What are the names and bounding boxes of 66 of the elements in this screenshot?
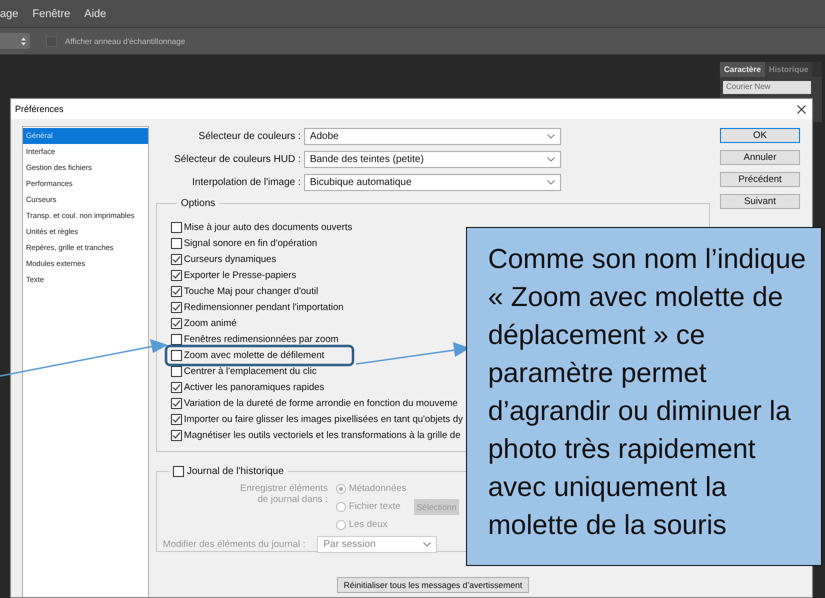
dialog-button[interactable]: OK <box>720 128 800 143</box>
checkbox[interactable] <box>170 302 182 312</box>
checkbox[interactable] <box>170 350 182 360</box>
checkbox[interactable] <box>170 366 182 376</box>
option-label: Zoom avec molette de défilement <box>184 350 324 360</box>
checkbox[interactable] <box>170 270 182 280</box>
dialog-button[interactable]: Précédent <box>720 172 800 187</box>
option-label: Redimensionner pendant l'importation <box>184 302 344 312</box>
checkbox[interactable] <box>170 222 182 232</box>
field-label: Sélecteur de couleurs HUD : <box>173 154 301 165</box>
option-label: Fenêtres redimensionnées par zoom <box>184 334 339 344</box>
field-label: Sélecteur de couleurs : <box>198 131 301 142</box>
option-label: Mise à jour auto des documents ouverts <box>184 222 352 232</box>
option-label: Importer ou faire glisser les images pixellisées en tant qu'objets dy <box>184 414 463 424</box>
checkbox[interactable] <box>170 286 182 296</box>
dropdown[interactable]: Bande des teintes (petite) <box>304 151 561 168</box>
dropdown[interactable]: Par session <box>317 536 438 553</box>
callout-note: Comme son nom l’indique « Zoom avec molette de déplacement » ce paramètre permet d’agrandir ou diminuer la photo très rapidement avec uniquement la molette de la souris <box>466 227 822 566</box>
menu-item[interactable]: age <box>0 8 18 20</box>
group-title: Journal de l'historique <box>186 466 284 477</box>
checkbox[interactable] <box>170 318 182 328</box>
radio-button[interactable] <box>336 502 346 512</box>
dropdown[interactable]: Bicubique automatique <box>304 174 561 191</box>
close-icon[interactable] <box>797 104 806 114</box>
reset-warnings-button[interactable]: Réinitialiser tous les messages d’avertissement <box>336 577 530 593</box>
checkbox[interactable] <box>170 430 182 440</box>
spinner-field[interactable] <box>0 33 30 49</box>
up-down-arrows-icon <box>21 36 26 46</box>
group-title: Options <box>180 198 216 209</box>
checkbox[interactable] <box>170 238 182 248</box>
radio-button[interactable] <box>336 520 346 530</box>
dialog-button[interactable]: Annuler <box>720 150 800 165</box>
menu-item[interactable]: Aide <box>84 8 106 20</box>
chevron-down-icon <box>546 180 555 185</box>
chevron-down-icon <box>546 157 555 162</box>
radio-label: Les deux <box>348 519 388 530</box>
dialog-button[interactable]: Suivant <box>720 194 800 209</box>
radio-label: Fichier texte <box>348 501 401 512</box>
panel-tab[interactable]: Caractère <box>720 62 765 77</box>
option-label: Activer les panoramiques rapides <box>184 382 324 392</box>
checkbox[interactable] <box>170 398 182 408</box>
checkbox[interactable] <box>170 382 182 392</box>
field-label: Modifier des éléments du journal : <box>162 539 306 550</box>
option-label: Curseurs dynamiques <box>184 254 276 264</box>
font-field[interactable]: Courier New <box>723 81 811 94</box>
checkbox[interactable] <box>170 334 182 344</box>
chevron-down-icon <box>423 542 432 547</box>
checkbox-label: Afficher anneau d'échantillonnage <box>65 36 186 46</box>
option-label: Touche Maj pour changer d'outil <box>184 286 318 296</box>
option-label: Exporter le Presse-papiers <box>184 270 296 280</box>
option-label: Magnétiser les outils vectoriels et les transformations à la grille de <box>184 430 460 440</box>
checkbox[interactable] <box>170 254 182 264</box>
field-label: Interpolation de l'image : <box>191 177 301 188</box>
option-label: Variation de la dureté de forme arrondie en fonction du mouveme <box>184 398 458 408</box>
radio-label: Métadonnées <box>348 483 406 494</box>
menu-item[interactable]: Fenêtre <box>32 8 70 20</box>
chevron-down-icon <box>546 134 555 139</box>
option-label: Centrer à l'emplacement du clic <box>184 366 317 376</box>
field-label: Enregistrer éléments de journal dans : <box>239 482 328 507</box>
radio-button[interactable] <box>336 484 346 494</box>
option-label: Signal sonore en fin d'opération <box>184 238 318 248</box>
dropdown[interactable]: Adobe <box>304 128 561 145</box>
option-label: Zoom animé <box>184 318 237 328</box>
checkbox[interactable] <box>172 466 184 477</box>
checkbox[interactable] <box>170 414 182 424</box>
window-title: Préférences <box>15 104 64 114</box>
